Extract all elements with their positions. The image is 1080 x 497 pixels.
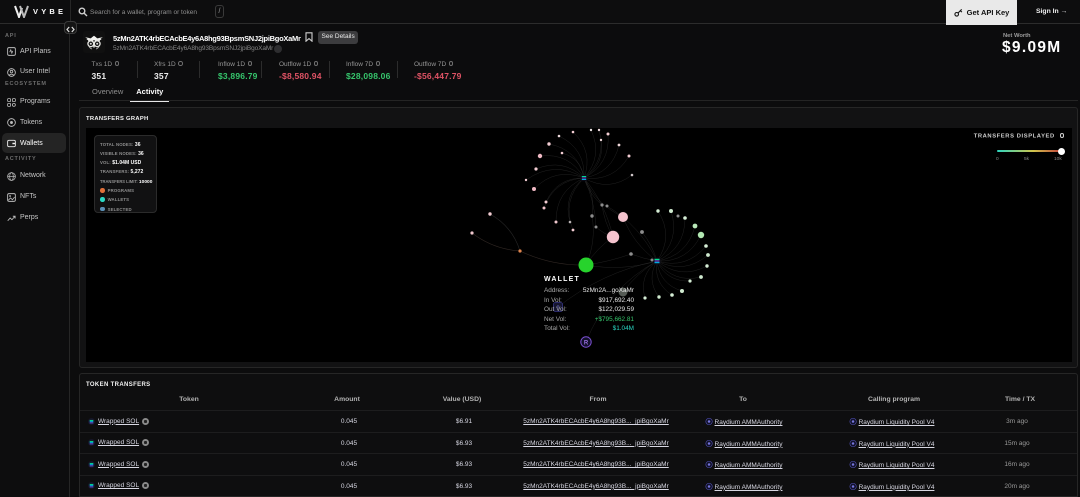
svg-text:R: R bbox=[584, 340, 589, 346]
